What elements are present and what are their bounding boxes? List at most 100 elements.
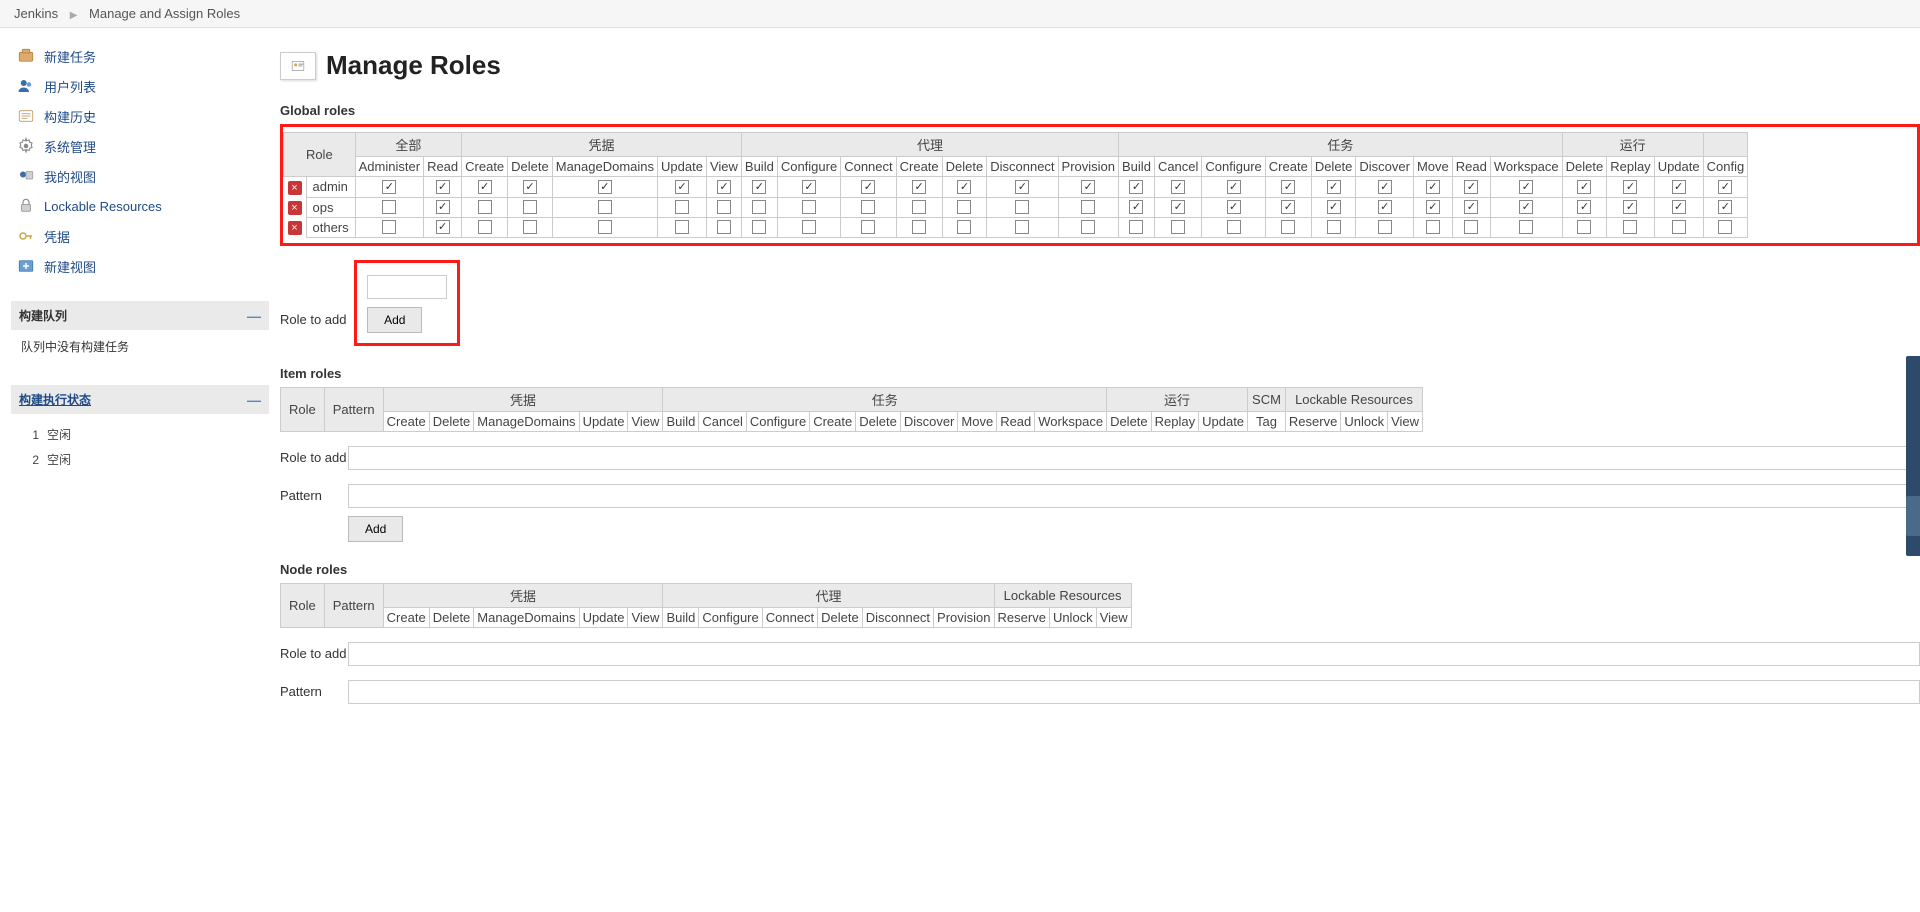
permission-checkbox[interactable]: [1378, 200, 1392, 214]
permission-checkbox[interactable]: [1378, 180, 1392, 194]
permission-checkbox[interactable]: [523, 200, 537, 214]
permission-checkbox[interactable]: [1171, 200, 1185, 214]
permission-checkbox[interactable]: [1227, 220, 1241, 234]
permission-checkbox[interactable]: [1718, 200, 1732, 214]
permission-checkbox[interactable]: [1577, 180, 1591, 194]
permission-checkbox[interactable]: [1519, 200, 1533, 214]
permission-checkbox[interactable]: [478, 220, 492, 234]
permission-checkbox[interactable]: [1015, 220, 1029, 234]
permission-checkbox[interactable]: [1081, 220, 1095, 234]
item-role-to-add-input[interactable]: [348, 446, 1920, 470]
sidebar-item-new-job[interactable]: 新建任务: [10, 42, 270, 70]
permission-checkbox[interactable]: [598, 220, 612, 234]
permission-checkbox[interactable]: [1672, 200, 1686, 214]
permission-checkbox[interactable]: [1227, 200, 1241, 214]
permission-checkbox[interactable]: [861, 180, 875, 194]
permission-checkbox[interactable]: [1426, 180, 1440, 194]
permission-checkbox[interactable]: [957, 180, 971, 194]
permission-checkbox[interactable]: [861, 200, 875, 214]
node-role-to-add-input[interactable]: [348, 642, 1920, 666]
permission-checkbox[interactable]: [912, 220, 926, 234]
permission-checkbox[interactable]: [1327, 200, 1341, 214]
permission-checkbox[interactable]: [478, 200, 492, 214]
permission-checkbox[interactable]: [717, 220, 731, 234]
permission-checkbox[interactable]: [1327, 220, 1341, 234]
permission-checkbox[interactable]: [1327, 180, 1341, 194]
permission-checkbox[interactable]: [957, 220, 971, 234]
permission-checkbox[interactable]: [1464, 180, 1478, 194]
permission-checkbox[interactable]: [1718, 180, 1732, 194]
sidebar-item-build-history[interactable]: 构建历史: [10, 102, 270, 130]
permission-checkbox[interactable]: [1623, 220, 1637, 234]
node-pattern-input[interactable]: [348, 680, 1920, 704]
delete-role-icon[interactable]: ×: [288, 201, 302, 215]
permission-checkbox[interactable]: [1281, 200, 1295, 214]
permission-checkbox[interactable]: [382, 200, 396, 214]
permission-checkbox[interactable]: [523, 180, 537, 194]
permission-checkbox[interactable]: [802, 200, 816, 214]
delete-role-icon[interactable]: ×: [288, 181, 302, 195]
permission-checkbox[interactable]: [382, 220, 396, 234]
permission-checkbox[interactable]: [1519, 220, 1533, 234]
permission-checkbox[interactable]: [598, 180, 612, 194]
permission-checkbox[interactable]: [802, 220, 816, 234]
global-role-to-add-input[interactable]: [367, 275, 447, 299]
permission-checkbox[interactable]: [1281, 220, 1295, 234]
permission-checkbox[interactable]: [598, 200, 612, 214]
permission-checkbox[interactable]: [1718, 220, 1732, 234]
global-add-button[interactable]: Add: [367, 307, 422, 333]
page-scrollbar[interactable]: [1906, 356, 1920, 556]
permission-checkbox[interactable]: [523, 220, 537, 234]
permission-checkbox[interactable]: [1623, 180, 1637, 194]
permission-checkbox[interactable]: [717, 200, 731, 214]
permission-checkbox[interactable]: [1426, 200, 1440, 214]
permission-checkbox[interactable]: [802, 180, 816, 194]
sidebar-item-manage[interactable]: 系统管理: [10, 132, 270, 160]
permission-checkbox[interactable]: [1281, 180, 1295, 194]
permission-checkbox[interactable]: [436, 200, 450, 214]
permission-checkbox[interactable]: [1227, 180, 1241, 194]
permission-checkbox[interactable]: [1129, 180, 1143, 194]
sidebar-item-lockable[interactable]: Lockable Resources: [10, 192, 270, 220]
permission-checkbox[interactable]: [675, 220, 689, 234]
item-pattern-input[interactable]: [348, 484, 1920, 508]
permission-checkbox[interactable]: [1464, 200, 1478, 214]
sidebar-item-credentials[interactable]: 凭据: [10, 222, 270, 250]
permission-checkbox[interactable]: [912, 200, 926, 214]
permission-checkbox[interactable]: [1519, 180, 1533, 194]
permission-checkbox[interactable]: [1378, 220, 1392, 234]
permission-checkbox[interactable]: [1129, 200, 1143, 214]
permission-checkbox[interactable]: [861, 220, 875, 234]
permission-checkbox[interactable]: [675, 200, 689, 214]
permission-checkbox[interactable]: [1081, 200, 1095, 214]
permission-checkbox[interactable]: [436, 180, 450, 194]
permission-checkbox[interactable]: [1171, 220, 1185, 234]
permission-checkbox[interactable]: [717, 180, 731, 194]
permission-checkbox[interactable]: [1623, 200, 1637, 214]
executor-title[interactable]: 构建执行状态: [19, 391, 91, 408]
permission-checkbox[interactable]: [1577, 220, 1591, 234]
permission-checkbox[interactable]: [382, 180, 396, 194]
permission-checkbox[interactable]: [912, 180, 926, 194]
permission-checkbox[interactable]: [1129, 220, 1143, 234]
breadcrumb-manage-roles[interactable]: Manage and Assign Roles: [89, 6, 240, 21]
permission-checkbox[interactable]: [1426, 220, 1440, 234]
permission-checkbox[interactable]: [752, 220, 766, 234]
permission-checkbox[interactable]: [1015, 200, 1029, 214]
permission-checkbox[interactable]: [957, 200, 971, 214]
permission-checkbox[interactable]: [1577, 200, 1591, 214]
item-add-button[interactable]: Add: [348, 516, 403, 542]
permission-checkbox[interactable]: [1464, 220, 1478, 234]
sidebar-item-new-view[interactable]: 新建视图: [10, 252, 270, 280]
sidebar-item-my-views[interactable]: 我的视图: [10, 162, 270, 190]
breadcrumb-jenkins[interactable]: Jenkins: [14, 6, 58, 21]
permission-checkbox[interactable]: [478, 180, 492, 194]
permission-checkbox[interactable]: [1081, 180, 1095, 194]
permission-checkbox[interactable]: [752, 180, 766, 194]
sidebar-item-users[interactable]: 用户列表: [10, 72, 270, 100]
permission-checkbox[interactable]: [436, 220, 450, 234]
collapse-icon[interactable]: —: [247, 308, 261, 324]
permission-checkbox[interactable]: [675, 180, 689, 194]
permission-checkbox[interactable]: [1672, 180, 1686, 194]
permission-checkbox[interactable]: [1672, 220, 1686, 234]
